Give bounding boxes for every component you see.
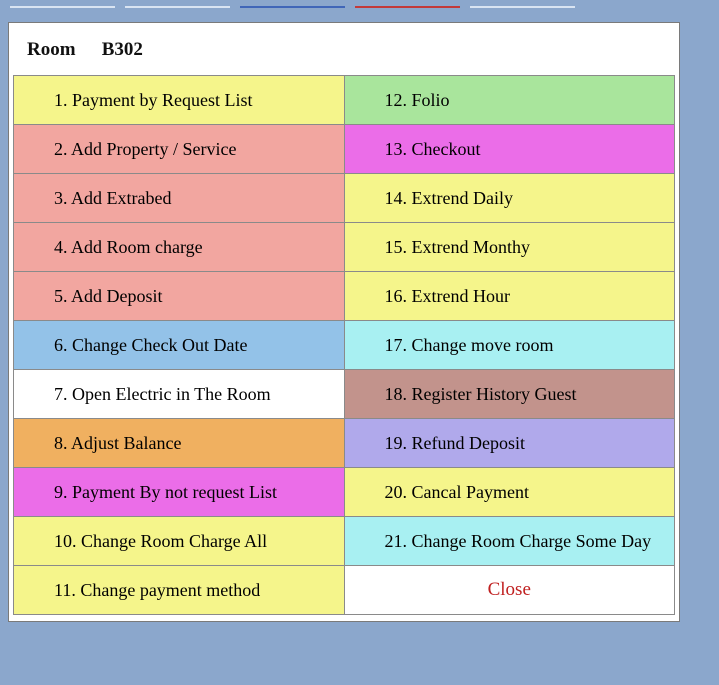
top-tab-3[interactable] (240, 0, 345, 8)
room-label: Room (27, 39, 97, 61)
action-add-property-service[interactable]: 2. Add Property / Service (14, 125, 345, 174)
action-adjust-balance[interactable]: 8. Adjust Balance (14, 419, 345, 468)
app-root: Room B302 1. Payment by Request List 12.… (0, 0, 719, 685)
action-add-deposit[interactable]: 5. Add Deposit (14, 272, 345, 321)
action-payment-by-request-list[interactable]: 1. Payment by Request List (14, 76, 345, 125)
action-register-history-guest[interactable]: 18. Register History Guest (344, 370, 675, 419)
action-extend-daily[interactable]: 14. Extrend Daily (344, 174, 675, 223)
action-checkout[interactable]: 13. Checkout (344, 125, 675, 174)
action-change-move-room[interactable]: 17. Change move room (344, 321, 675, 370)
room-action-panel: Room B302 1. Payment by Request List 12.… (8, 22, 680, 622)
action-extend-hour[interactable]: 16. Extrend Hour (344, 272, 675, 321)
top-tab-1[interactable] (10, 0, 115, 8)
panel-header: Room B302 (9, 23, 679, 75)
action-folio[interactable]: 12. Folio (344, 76, 675, 125)
action-open-electric[interactable]: 7. Open Electric in The Room (14, 370, 345, 419)
top-tab-5[interactable] (470, 0, 575, 8)
action-add-room-charge[interactable]: 4. Add Room charge (14, 223, 345, 272)
action-change-checkout-date[interactable]: 6. Change Check Out Date (14, 321, 345, 370)
action-change-room-charge-some[interactable]: 21. Change Room Charge Some Day (344, 517, 675, 566)
action-menu-table: 1. Payment by Request List 12. Folio 2. … (13, 75, 675, 615)
room-number: B302 (102, 39, 143, 60)
action-extend-monthly[interactable]: 15. Extrend Monthy (344, 223, 675, 272)
action-change-payment-method[interactable]: 11. Change payment method (14, 566, 345, 615)
action-payment-not-request[interactable]: 9. Payment By not request List (14, 468, 345, 517)
action-cancel-payment[interactable]: 20. Cancal Payment (344, 468, 675, 517)
top-tab-4[interactable] (355, 0, 460, 8)
top-tab-2[interactable] (125, 0, 230, 8)
top-tab-strip (0, 0, 719, 18)
action-refund-deposit[interactable]: 19. Refund Deposit (344, 419, 675, 468)
action-change-room-charge-all[interactable]: 10. Change Room Charge All (14, 517, 345, 566)
close-button[interactable]: Close (344, 566, 675, 615)
close-button-label: Close (488, 579, 531, 600)
action-add-extrabed[interactable]: 3. Add Extrabed (14, 174, 345, 223)
